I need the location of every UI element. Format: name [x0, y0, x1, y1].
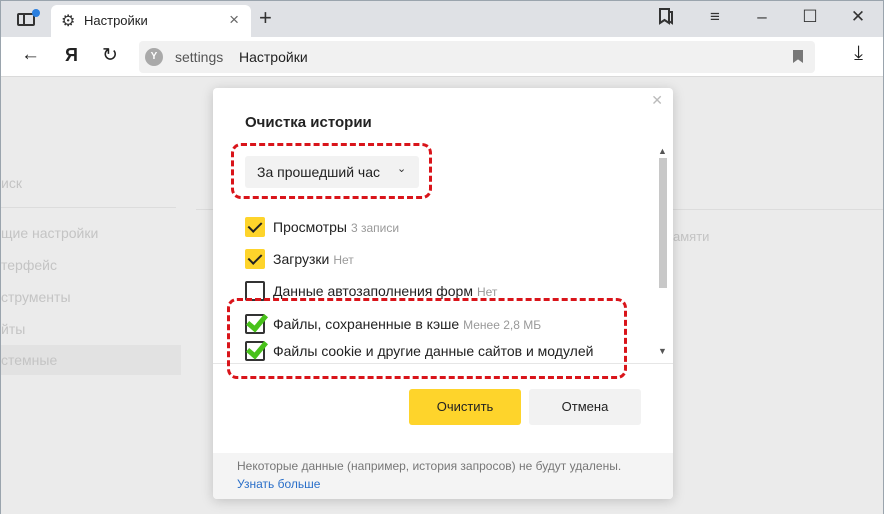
- address-bar[interactable]: Y settings Настройки: [139, 41, 815, 73]
- checkbox-views[interactable]: [245, 217, 265, 237]
- menu-icon[interactable]: ≡: [704, 7, 726, 27]
- toolbar: ← Я ↻ Y settings Настройки ⤓: [1, 37, 883, 77]
- url-host: settings: [175, 49, 224, 65]
- reload-icon[interactable]: ↻: [102, 44, 118, 67]
- option-views-label: Просмотры: [273, 219, 347, 235]
- back-arrow-icon[interactable]: ←: [21, 44, 40, 66]
- maximize-icon[interactable]: ☐: [799, 7, 821, 27]
- dialog-title: Очистка истории: [245, 114, 372, 131]
- minimize-icon[interactable]: –: [751, 7, 773, 27]
- search-underline: [1, 207, 176, 208]
- site-icon: Y: [145, 48, 163, 66]
- sidebar-item-interface[interactable]: терфейс: [1, 257, 57, 273]
- scroll-up-icon[interactable]: ▲: [658, 146, 667, 156]
- option-downloads-label: Загрузки: [273, 251, 330, 267]
- tab-title: Настройки: [84, 13, 148, 28]
- tab-close-icon[interactable]: ×: [229, 10, 239, 30]
- dialog-footer: Некоторые данные (например, история запр…: [213, 453, 673, 499]
- dialog-close-icon[interactable]: ✕: [651, 92, 663, 109]
- cancel-button[interactable]: Отмена: [529, 389, 641, 425]
- yandex-logo[interactable]: Я: [65, 45, 78, 66]
- bookmark-icon[interactable]: [793, 50, 803, 63]
- tab-settings[interactable]: ⚙ Настройки ×: [51, 5, 251, 37]
- option-views-meta: 3 записи: [351, 221, 400, 235]
- tab-bar: ⚙ Настройки × + ≡ – ☐ ✕: [1, 1, 883, 37]
- settings-right-fragment: амяти: [673, 229, 710, 244]
- cache-cookies-highlight-frame: [227, 298, 627, 379]
- new-tab-icon[interactable]: +: [259, 5, 272, 31]
- options-scrollbar[interactable]: ▲ ▼: [657, 146, 669, 361]
- settings-search-fragment: иск: [1, 175, 22, 191]
- option-downloads-meta: Нет: [333, 253, 354, 267]
- bookmarks-manager-icon[interactable]: [655, 7, 677, 30]
- checkbox-downloads[interactable]: [245, 249, 265, 269]
- footer-note: Некоторые данные (например, история запр…: [237, 459, 622, 473]
- close-window-icon[interactable]: ✕: [847, 7, 869, 27]
- sidebar-item-sites[interactable]: йты: [1, 321, 25, 337]
- download-icon[interactable]: ⤓: [854, 42, 863, 65]
- sidebar-item-general[interactable]: щие настройки: [1, 225, 98, 241]
- clear-button[interactable]: Очистить: [409, 389, 521, 425]
- scroll-down-icon[interactable]: ▼: [658, 346, 667, 356]
- gear-icon: ⚙: [61, 13, 76, 30]
- sidebar-item-tools[interactable]: струменты: [1, 289, 71, 305]
- url-page-title: Настройки: [239, 49, 308, 65]
- sidebar-item-system[interactable]: стемные: [1, 345, 181, 375]
- tabs-overview-icon[interactable]: [13, 7, 41, 31]
- option-autofill-label: Данные автозаполнения форм: [273, 283, 473, 299]
- learn-more-link[interactable]: Узнать больше: [237, 477, 320, 491]
- period-highlight-frame: [231, 143, 432, 199]
- scroll-thumb[interactable]: [659, 158, 667, 288]
- option-autofill-meta: Нет: [476, 285, 498, 299]
